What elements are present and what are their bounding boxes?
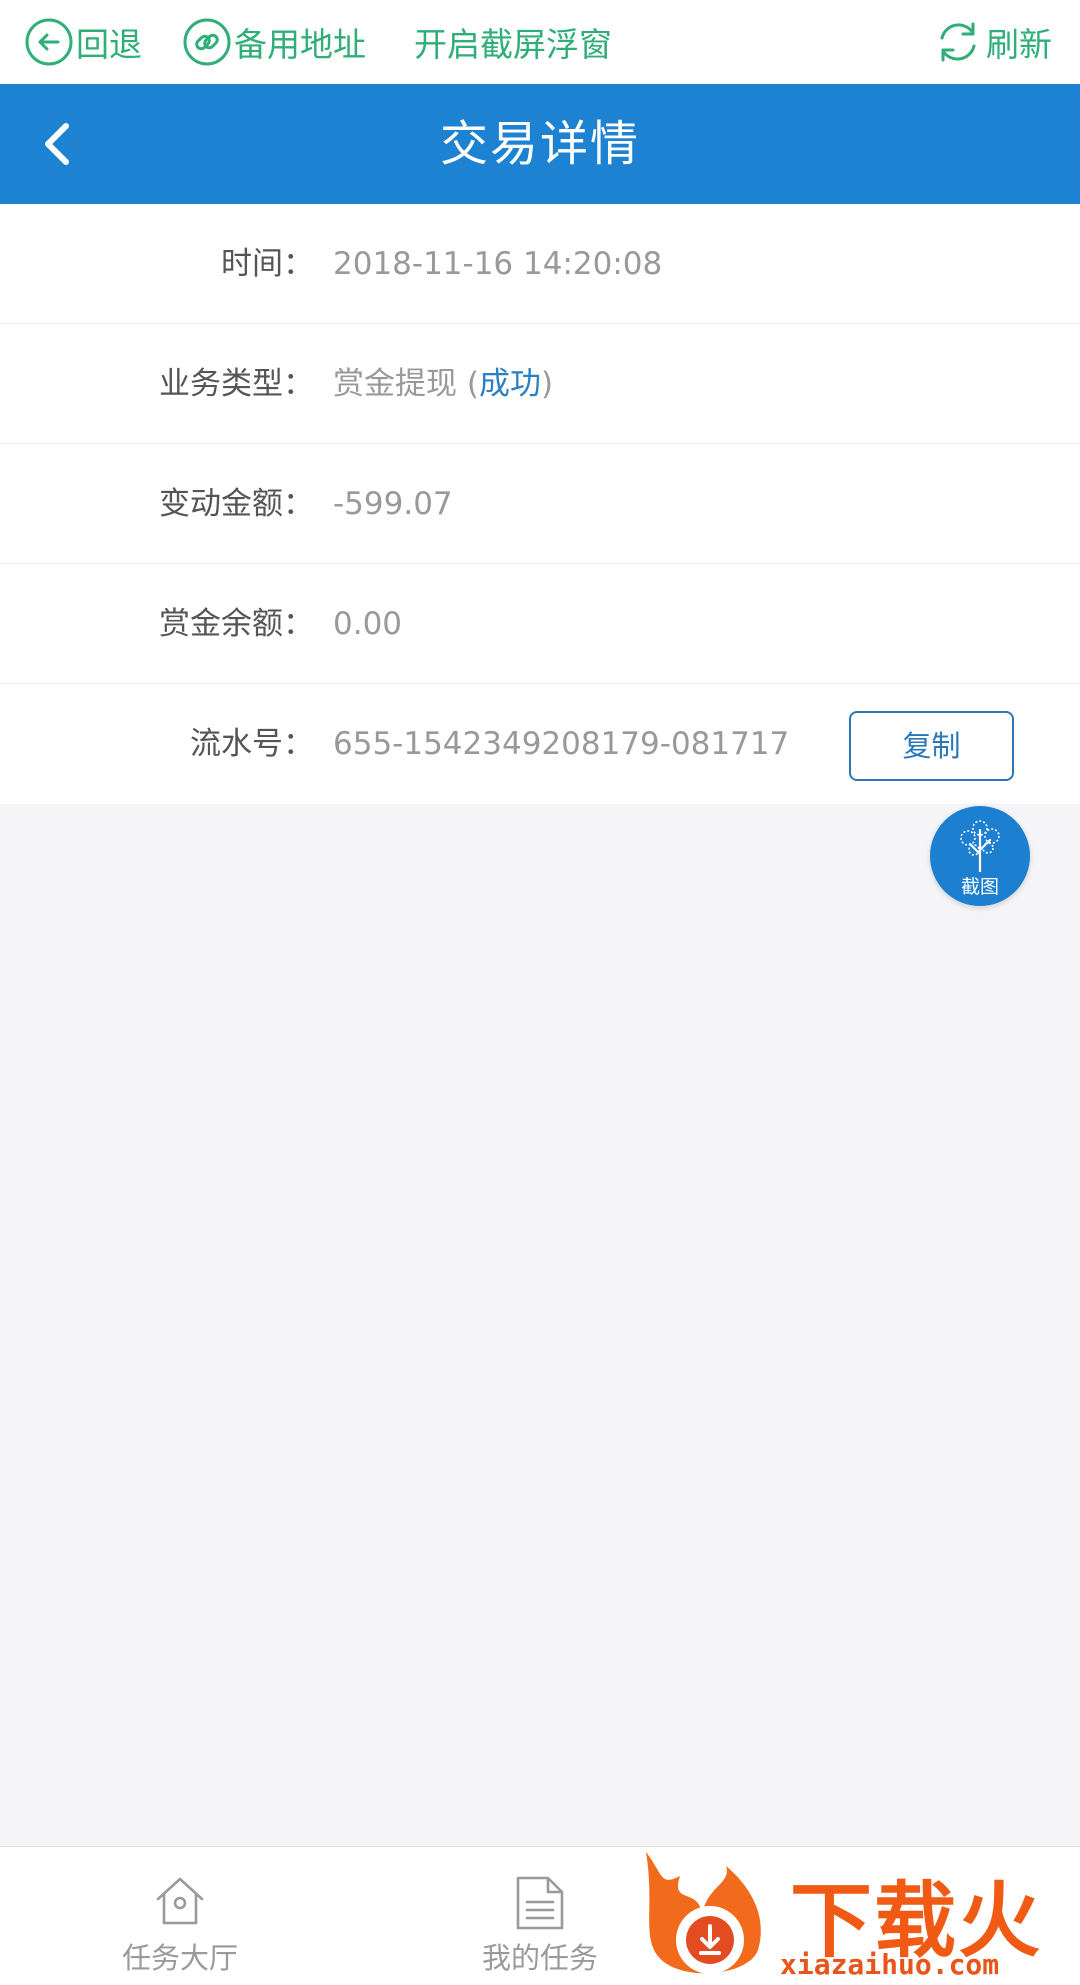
home-icon <box>156 1877 204 1925</box>
tree-icon <box>960 820 1000 872</box>
balance-value: 0.00 <box>333 606 403 642</box>
link-icon <box>183 18 231 66</box>
nav-item-task-hall[interactable]: 任务大厅 <box>80 1847 280 1985</box>
type-value-wrap: 赏金提现 (成功) <box>333 324 553 444</box>
amount-label: 变动金额： <box>159 486 314 522</box>
nav-item-my-tasks[interactable]: 我的任务 <box>440 1847 640 1985</box>
transaction-detail-list: 时间： 2018-11-16 14:20:08 业务类型： 赏金提现 (成功) … <box>0 204 1080 804</box>
serial-label: 流水号： <box>190 726 314 762</box>
detail-row-time: 时间： 2018-11-16 14:20:08 <box>0 204 1080 324</box>
time-value: 2018-11-16 14:20:08 <box>333 246 663 282</box>
detail-row-type: 业务类型： 赏金提现 (成功) <box>0 324 1080 444</box>
detail-row-balance: 赏金余额： 0.00 <box>0 564 1080 684</box>
nav-label-task-hall: 任务大厅 <box>121 1941 238 1975</box>
copy-button[interactable]: 复制 <box>849 711 1014 781</box>
nav-label-my-tasks: 我的任务 <box>481 1941 598 1975</box>
detail-row-amount: 变动金额： -599.07 <box>0 444 1080 564</box>
page-title: 交易详情 <box>439 116 640 172</box>
back-label: 回退 <box>76 25 142 64</box>
type-close: ) <box>540 366 554 402</box>
app-header: 交易详情 <box>0 84 1080 204</box>
screenshot-float-button[interactable]: 截图 <box>930 806 1030 906</box>
screenshot-float-label: 开启截屏浮窗 <box>414 25 612 64</box>
document-icon <box>516 1876 564 1930</box>
utility-bar: 回退 备用地址 开启截屏浮窗 刷新 <box>0 0 1080 84</box>
refresh-link[interactable]: 刷新 <box>932 0 1052 84</box>
refresh-icon <box>940 22 976 62</box>
balance-label: 赏金余额： <box>159 606 314 642</box>
amount-value: -599.07 <box>333 486 453 522</box>
watermark-url: xiazaihuo.com <box>780 1948 1000 1981</box>
backup-address-label: 备用地址 <box>234 25 366 64</box>
page: 回退 备用地址 开启截屏浮窗 刷新 交易详情 时间： 2018-11-16 14… <box>0 0 1080 1985</box>
status-text: 成功 <box>478 366 541 402</box>
back-link[interactable]: 回退 <box>24 0 142 84</box>
screenshot-label: 截图 <box>960 876 999 898</box>
time-label: 时间： <box>221 246 314 282</box>
refresh-label: 刷新 <box>986 25 1052 64</box>
screenshot-float-toggle[interactable]: 开启截屏浮窗 <box>412 0 612 84</box>
type-label: 业务类型： <box>159 366 314 402</box>
watermark-logo: 下载火 xiazaihuo.com <box>640 1846 1080 1985</box>
type-value: 赏金提现 ( <box>333 366 479 402</box>
flame-logo-icon <box>646 1852 761 1974</box>
serial-value: 655-1542349208179-081717 <box>333 726 790 762</box>
detail-row-serial: 流水号： 655-1542349208179-081717 复制 <box>0 684 1080 804</box>
backup-address-link[interactable]: 备用地址 <box>182 0 366 84</box>
circle-arrow-left-icon <box>25 18 73 66</box>
